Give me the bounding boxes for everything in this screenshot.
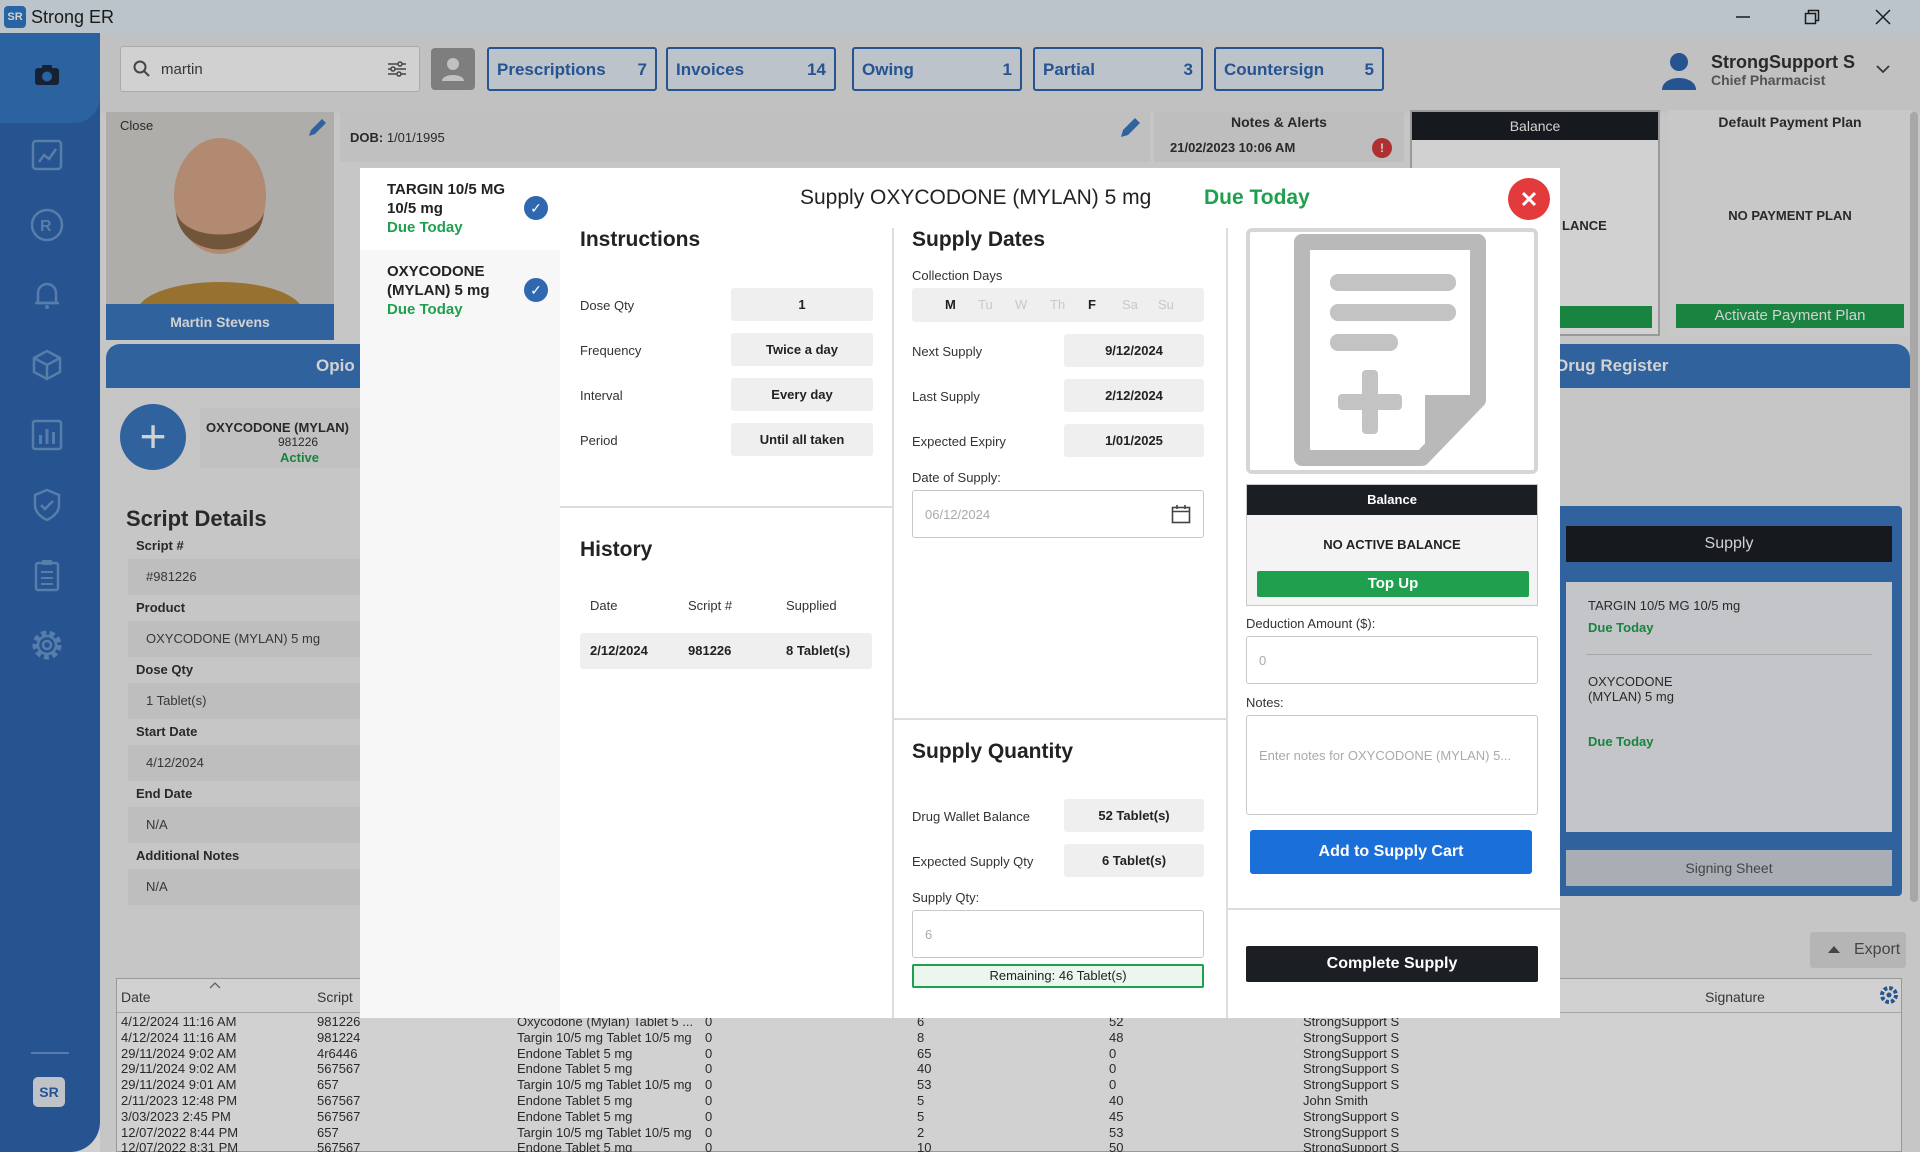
supply-quantity-title: Supply Quantity xyxy=(912,740,1074,763)
check-icon: ✓ xyxy=(524,278,548,302)
modal-balance-title: Balance xyxy=(1247,485,1537,515)
drug-name: TARGIN 10/5 MG 10/5 mg xyxy=(387,181,506,217)
day-monday[interactable]: M xyxy=(945,297,956,312)
remaining-badge: Remaining: 46 Tablet(s) xyxy=(912,964,1204,988)
drug-item[interactable]: OXYCODONE (MYLAN) 5 mg Due Today ✓ xyxy=(360,250,560,332)
add-to-supply-cart-button[interactable]: Add to Supply Cart xyxy=(1250,830,1532,874)
deduction-placeholder: 0 xyxy=(1259,653,1267,668)
script-image[interactable] xyxy=(1246,228,1538,474)
supply-qty-input[interactable]: 6 xyxy=(912,910,1204,958)
modal-close-button[interactable] xyxy=(1508,178,1550,220)
day-sunday[interactable]: Su xyxy=(1158,297,1174,312)
history-date: 2/12/2024 xyxy=(590,643,648,658)
divider xyxy=(1226,228,1228,1018)
next-supply-label: Next Supply xyxy=(912,344,983,359)
supply-qty-placeholder: 6 xyxy=(925,927,933,942)
period-value: Until all taken xyxy=(731,423,873,456)
dose-qty-value: 1 xyxy=(731,288,873,321)
notes-label: Notes: xyxy=(1246,695,1284,710)
expected-qty-value: 6 Tablet(s) xyxy=(1064,844,1204,877)
date-of-supply-label: Date of Supply: xyxy=(912,470,1001,485)
instructions-title: Instructions xyxy=(580,228,701,251)
period-label: Period xyxy=(580,433,618,448)
app-window: SR Strong ER R SR martin Prescriptions 7… xyxy=(0,0,1920,1152)
notes-placeholder: Enter notes for OXYCODONE (MYLAN) 5... xyxy=(1259,748,1512,763)
complete-supply-button[interactable]: Complete Supply xyxy=(1246,946,1538,982)
divider xyxy=(1228,908,1560,910)
history-title: History xyxy=(580,538,653,561)
collection-days-label: Collection Days xyxy=(912,268,1003,283)
wallet-balance-label: Drug Wallet Balance xyxy=(912,809,1031,824)
interval-label: Interval xyxy=(580,388,623,403)
expected-expiry-label: Expected Expiry xyxy=(912,434,1006,449)
frequency-label: Frequency xyxy=(580,343,642,358)
date-of-supply-input[interactable]: 06/12/2024 xyxy=(912,490,1204,538)
supply-dates-title: Supply Dates xyxy=(912,228,1046,251)
deduction-input[interactable]: 0 xyxy=(1246,636,1538,684)
drug-item[interactable]: TARGIN 10/5 MG 10/5 mg Due Today ✓ xyxy=(360,168,560,250)
drug-name: OXYCODONE (MYLAN) 5 mg xyxy=(387,263,490,299)
check-icon: ✓ xyxy=(524,196,548,220)
history-col-date: Date xyxy=(590,598,618,613)
last-supply-label: Last Supply xyxy=(912,389,980,404)
day-wednesday[interactable]: W xyxy=(1015,297,1027,312)
collection-days: M Tu W Th F Sa Su xyxy=(912,288,1204,322)
expected-qty-label: Expected Supply Qty xyxy=(912,854,1034,869)
modal-due: Due Today xyxy=(1204,186,1310,209)
supply-modal: TARGIN 10/5 MG 10/5 mg Due Today ✓ OXYCO… xyxy=(360,168,1560,1018)
date-of-supply-placeholder: 06/12/2024 xyxy=(925,507,991,522)
day-thursday[interactable]: Th xyxy=(1050,297,1065,312)
day-tuesday[interactable]: Tu xyxy=(978,297,993,312)
document-add-icon xyxy=(1294,234,1486,466)
drug-due: Due Today xyxy=(387,301,463,318)
modal-balance: Balance NO ACTIVE BALANCE Top Up xyxy=(1246,484,1538,606)
close-icon xyxy=(1521,191,1537,207)
divider xyxy=(892,228,894,1018)
history-supplied: 8 Tablet(s) xyxy=(786,643,851,658)
last-supply-value: 2/12/2024 xyxy=(1064,379,1204,412)
history-row: 2/12/2024 981226 8 Tablet(s) xyxy=(580,633,872,669)
wallet-balance-value: 52 Tablet(s) xyxy=(1064,799,1204,832)
deduction-label: Deduction Amount ($): xyxy=(1246,616,1376,631)
expected-expiry-value: 1/01/2025 xyxy=(1064,424,1204,457)
interval-value: Every day xyxy=(731,378,873,411)
drug-due: Due Today xyxy=(387,219,463,236)
notes-textarea[interactable]: Enter notes for OXYCODONE (MYLAN) 5... xyxy=(1246,715,1538,815)
history-script: 981226 xyxy=(688,643,732,658)
day-friday[interactable]: F xyxy=(1088,297,1096,312)
top-up-button[interactable]: Top Up xyxy=(1257,571,1529,597)
divider xyxy=(560,506,892,508)
frequency-value: Twice a day xyxy=(731,333,873,366)
divider xyxy=(894,718,1226,720)
supply-qty-label: Supply Qty: xyxy=(912,890,980,905)
modal-title: Supply OXYCODONE (MYLAN) 5 mg xyxy=(800,186,1152,209)
day-saturday[interactable]: Sa xyxy=(1122,297,1138,312)
history-col-script: Script # xyxy=(688,598,733,613)
modal-balance-text: NO ACTIVE BALANCE xyxy=(1323,537,1461,552)
drug-list: TARGIN 10/5 MG 10/5 mg Due Today ✓ OXYCO… xyxy=(360,168,560,1018)
history-col-supplied: Supplied xyxy=(786,598,837,613)
dose-qty-label: Dose Qty xyxy=(580,298,635,313)
next-supply-value: 9/12/2024 xyxy=(1064,334,1204,367)
calendar-icon[interactable] xyxy=(1171,504,1191,524)
